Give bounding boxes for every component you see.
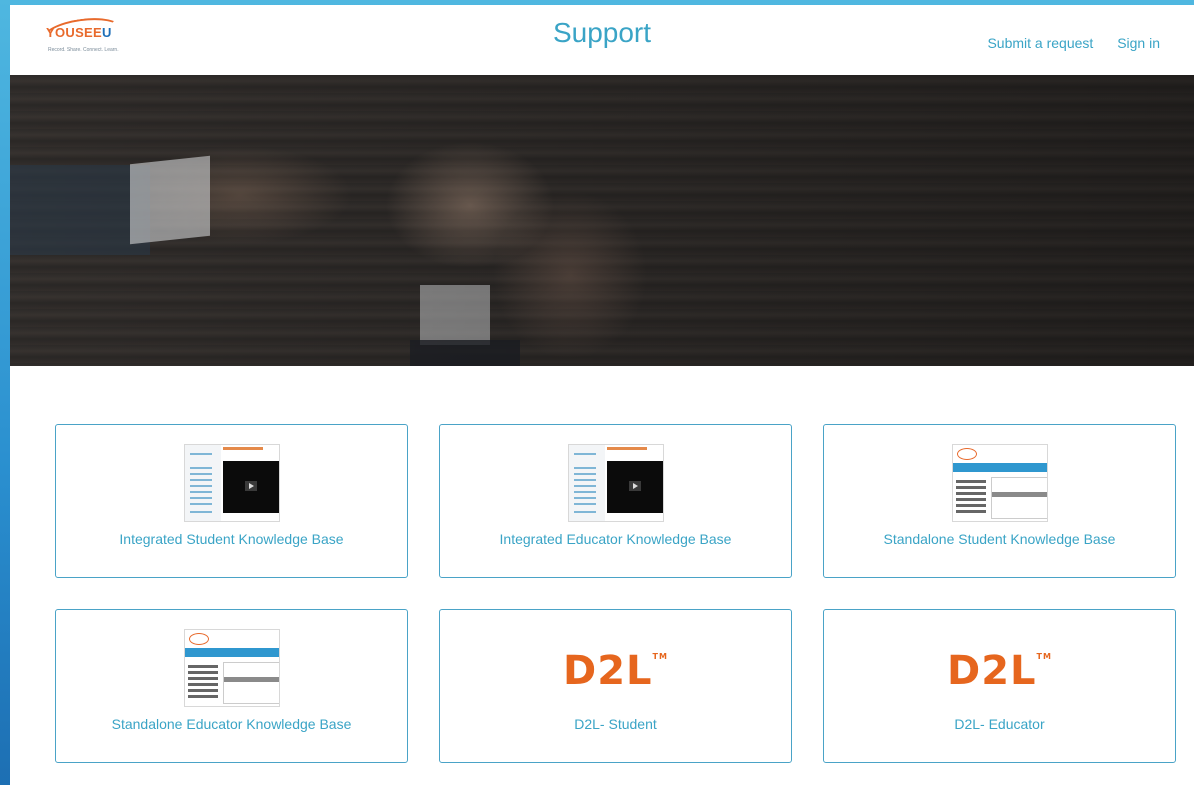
header: YOUSEEU Record. Share. Connect. Learn. S… xyxy=(10,5,1194,75)
d2l-logo: D2LTM xyxy=(563,648,668,694)
play-icon xyxy=(628,481,641,491)
sign-in-link[interactable]: Sign in xyxy=(1117,35,1160,51)
card-integrated-student-kb[interactable]: Integrated Student Knowledge Base xyxy=(55,424,408,578)
play-icon xyxy=(244,481,257,491)
card-label: Standalone Student Knowledge Base xyxy=(883,531,1116,547)
card-d2l-educator[interactable]: D2LTM D2L- Educator xyxy=(823,609,1176,763)
top-nav: Submit a request Sign in xyxy=(967,35,1160,51)
card-label: D2L- Student xyxy=(574,716,657,732)
card-integrated-educator-kb[interactable]: Integrated Educator Knowledge Base xyxy=(439,424,792,578)
video-thumbnail xyxy=(567,444,664,522)
submit-request-link[interactable]: Submit a request xyxy=(987,35,1093,51)
app-thumbnail xyxy=(951,444,1048,522)
card-label: Integrated Student Knowledge Base xyxy=(119,531,344,547)
app-thumbnail xyxy=(183,629,280,707)
d2l-logo: D2LTM xyxy=(947,648,1052,694)
card-label: D2L- Educator xyxy=(954,716,1045,732)
card-d2l-student[interactable]: D2LTM D2L- Student xyxy=(439,609,792,763)
card-standalone-student-kb[interactable]: Standalone Student Knowledge Base xyxy=(823,424,1176,578)
hero-banner-image xyxy=(10,75,1194,366)
card-label: Integrated Educator Knowledge Base xyxy=(499,531,732,547)
card-label: Standalone Educator Knowledge Base xyxy=(111,716,352,732)
card-standalone-educator-kb[interactable]: Standalone Educator Knowledge Base xyxy=(55,609,408,763)
video-thumbnail xyxy=(183,444,280,522)
support-page: YOUSEEU Record. Share. Connect. Learn. S… xyxy=(10,5,1194,785)
